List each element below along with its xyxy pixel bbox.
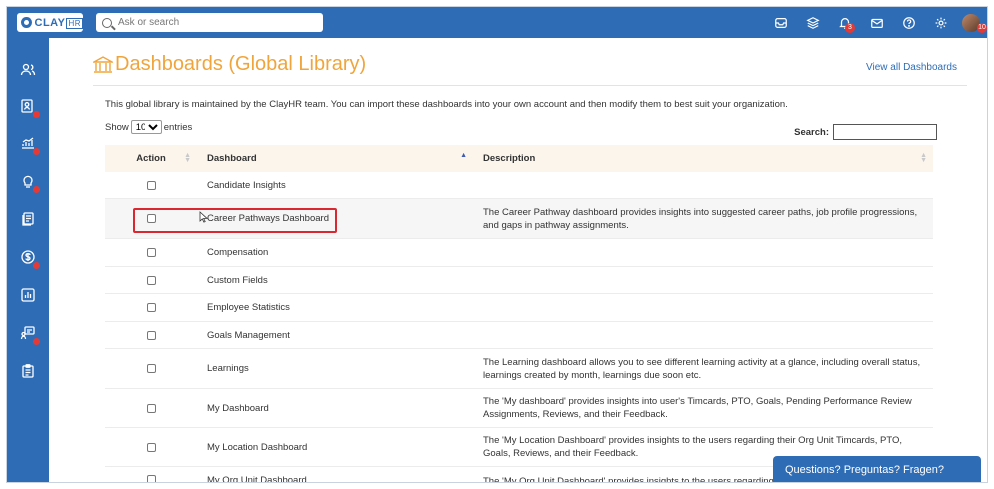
import-checkbox[interactable] [146,330,156,340]
page-size-control: Show 10 entries [105,120,192,134]
settings-gear-icon[interactable] [925,7,957,38]
global-search[interactable] [96,13,323,32]
brand-name: CLAY [34,16,66,29]
dashboard-name: Employee Statistics [207,302,290,313]
dashboard-description: The Career Pathway dashboard provides in… [483,206,918,231]
clayhr-logo-icon [21,17,32,28]
sort-icon: ▲ ▼ [184,152,191,164]
documents-icon [22,212,34,226]
clayhr-logo[interactable]: CLAY HR [17,13,83,32]
people-icon [20,63,36,76]
global-search-input[interactable] [118,17,298,28]
import-checkbox[interactable] [146,180,156,190]
sidebar-alert-dot [33,148,40,155]
import-checkbox[interactable] [146,403,156,413]
intro-text: This global library is maintained by the… [105,99,788,110]
user-avatar[interactable]: 10 [957,7,987,38]
column-header-description[interactable]: Description ▲ ▼ [473,145,933,172]
import-checkbox[interactable] [146,275,156,285]
reports-bar-icon [21,288,35,302]
import-checkbox[interactable] [146,248,156,257]
table-row: Compensation [105,239,933,267]
avatar-badge: 10 [977,23,987,33]
table-header: Action ▲ ▼ Dashboard ▲ Description ▲ ▼ [105,145,933,172]
app-window: CLAYHR 3 [6,6,988,483]
brand-suffix: HR [66,17,83,29]
search-label: Search: [794,126,829,138]
page-size-select[interactable]: 10 [130,120,162,134]
import-checkbox[interactable] [146,364,156,373]
dashboard-name: Goals Management [207,329,290,341]
sidebar-item-training[interactable] [19,324,40,345]
sidebar [7,38,49,482]
clipboard-icon [22,364,34,378]
sort-ascending-icon: ▲ [460,152,467,159]
dashboard-name: Learnings [207,363,249,374]
dashboard-name: My Org Unit Dashboard [207,475,307,483]
view-all-dashboards-link[interactable]: View all Dashboards [866,62,957,73]
column-header-action[interactable]: Action ▲ ▼ [105,145,197,172]
table-search: Search: [794,124,937,140]
sort-icon: ▲ ▼ [920,152,927,164]
sidebar-item-people[interactable] [19,61,37,79]
table-row: Employee Statistics [105,294,933,322]
dashboard-name: Compensation [207,247,269,258]
sidebar-alert-dot [33,186,40,193]
top-icons: 3 10 [765,7,987,38]
dashboard-name: Candidate Insights [207,179,286,191]
search-icon [102,17,112,28]
import-checkbox[interactable] [146,475,156,482]
show-label: Show [105,121,129,133]
page-title: Dashboards (Global Library) [93,53,366,76]
sidebar-alert-dot [33,111,40,118]
table-row: Learnings The Learning dashboard allows … [105,349,933,389]
highlight-annotation-box [133,208,337,233]
notifications-bell-icon[interactable]: 3 [829,7,861,38]
layers-icon[interactable] [797,7,829,38]
dashboard-name: My Location Dashboard [207,441,308,453]
sidebar-alert-dot [33,262,40,269]
bank-building-icon [93,55,113,73]
entries-label: entries [163,121,193,133]
mouse-cursor-icon [199,211,208,223]
table-row: Candidate Insights [105,172,933,199]
import-checkbox[interactable] [146,303,156,312]
sidebar-item-reports[interactable] [19,286,37,304]
import-checkbox[interactable] [146,442,156,452]
sidebar-item-clipboard[interactable] [19,362,37,380]
dashboard-name: Custom Fields [207,274,268,286]
top-bar: CLAYHR 3 [7,7,987,38]
support-chat-button[interactable]: Questions? Preguntas? Fragen? [773,456,981,482]
page-title-text: Dashboards (Global Library) [115,53,367,75]
table-search-input[interactable] [833,124,937,140]
title-divider [93,85,967,86]
sidebar-item-compensation[interactable] [19,248,40,269]
dashboard-name: My Dashboard [207,402,269,414]
table-row: My Dashboard The 'My dashboard' provides… [105,389,933,428]
dashboard-description: The Learning dashboard allows you to see… [483,356,921,381]
notification-count-badge: 3 [845,23,855,33]
dashboard-description: The 'My dashboard' provides insights int… [483,396,912,420]
sidebar-item-performance[interactable] [19,134,40,155]
sidebar-alert-dot [33,338,40,345]
dashboards-table: Action ▲ ▼ Dashboard ▲ Description ▲ ▼ Can… [105,145,933,483]
sidebar-item-documents[interactable] [19,210,37,228]
table-row: Custom Fields [105,267,933,294]
table-row: Goals Management [105,322,933,349]
help-icon[interactable] [893,7,925,38]
main-content: Dashboards (Global Library) View all Das… [49,38,987,483]
sidebar-item-recruiting[interactable] [19,97,40,118]
column-header-dashboard[interactable]: Dashboard ▲ [197,145,473,172]
inbox-tray-icon[interactable] [765,7,797,38]
sidebar-item-goals[interactable] [19,172,40,193]
mail-icon[interactable] [861,7,893,38]
